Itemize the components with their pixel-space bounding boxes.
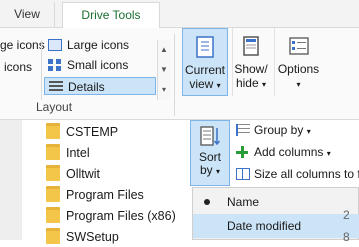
current-view-label: Current bbox=[184, 63, 225, 77]
folder-name: Program Files (x86) bbox=[66, 209, 176, 223]
group-by-icon bbox=[236, 124, 250, 136]
current-view-button[interactable]: Current view ▾ bbox=[182, 28, 228, 96]
menu-item-label: Date modified bbox=[227, 219, 302, 233]
chevron-down-icon: ▾ bbox=[326, 149, 331, 158]
options-dropdown: ▾ bbox=[275, 76, 322, 92]
column-value: 8 bbox=[343, 230, 350, 244]
folder-icon bbox=[46, 165, 60, 181]
folder-item[interactable]: Intel bbox=[46, 143, 90, 163]
ribbon-tab-strip: View Drive Tools bbox=[0, 0, 359, 29]
layout-item-label: Large icons bbox=[67, 38, 130, 52]
show-hide-icon bbox=[243, 36, 259, 56]
sort-by-button[interactable]: Sort by ▾ bbox=[190, 120, 230, 186]
show-hide-label: Show/ bbox=[234, 62, 268, 76]
layout-details[interactable]: Details bbox=[44, 77, 156, 95]
layout-extra-large-icons[interactable]: ge icons bbox=[0, 36, 45, 54]
layout-group-label: Layout bbox=[36, 100, 73, 114]
column-value: 2 bbox=[343, 208, 350, 222]
add-columns-icon bbox=[236, 146, 250, 158]
layout-item-label: Small icons bbox=[67, 58, 129, 72]
navigation-pane-gutter bbox=[0, 120, 22, 240]
show-hide-button[interactable]: Show/ hide ▾ bbox=[232, 28, 269, 96]
large-icons-icon bbox=[48, 39, 62, 51]
tab-view[interactable]: View bbox=[0, 2, 55, 28]
layout-item-label: ge icons bbox=[0, 38, 45, 52]
group-by-button[interactable]: Group by ▾ bbox=[236, 120, 311, 140]
folder-name: Program Files bbox=[66, 188, 144, 202]
folder-icon bbox=[46, 207, 60, 223]
folder-name: SWSetup bbox=[66, 230, 119, 244]
folder-icon bbox=[46, 228, 60, 244]
sort-by-icon bbox=[200, 126, 221, 146]
chevron-down-icon: ▾ bbox=[216, 81, 221, 90]
sort-by-label-2: by ▾ bbox=[199, 163, 221, 177]
selected-bullet-icon bbox=[204, 199, 210, 205]
chevron-down-icon: ▾ bbox=[296, 80, 301, 89]
group-divider bbox=[174, 34, 175, 116]
current-view-label-2: view ▾ bbox=[189, 77, 221, 91]
folder-item[interactable]: Program Files (x86) bbox=[46, 206, 176, 226]
sort-by-menu: Name Date modified bbox=[192, 187, 359, 240]
folder-name: CSTEMP bbox=[66, 125, 119, 139]
folder-icon bbox=[46, 144, 60, 160]
scroll-down-icon[interactable]: ▼ bbox=[158, 60, 170, 80]
gallery-more-icon[interactable]: ▾ bbox=[158, 80, 170, 100]
size-all-columns-label: Size all columns to fi bbox=[254, 167, 359, 181]
layout-gallery-scrollbar[interactable]: ▲ ▼ ▾ bbox=[157, 40, 170, 100]
layout-medium-icons[interactable]: icons bbox=[4, 58, 32, 76]
details-icon bbox=[49, 81, 63, 93]
add-columns-button[interactable]: Add columns ▾ bbox=[236, 142, 331, 162]
menu-item-date-modified[interactable]: Date modified bbox=[193, 214, 359, 238]
folder-item[interactable]: SWSetup bbox=[46, 227, 119, 247]
folder-item[interactable]: Program Files bbox=[46, 185, 144, 205]
layout-small-icons[interactable]: Small icons bbox=[48, 56, 128, 74]
group-by-label: Group by bbox=[254, 123, 304, 137]
chevron-down-icon: ▾ bbox=[216, 167, 221, 176]
folder-item[interactable]: Olltwit bbox=[46, 164, 100, 184]
layout-gallery: ge icons icons Large icons Small icons D… bbox=[0, 34, 171, 100]
small-icons-icon bbox=[48, 59, 62, 71]
chevron-down-icon: ▾ bbox=[306, 127, 311, 136]
show-hide-label-2: hide ▾ bbox=[235, 76, 267, 90]
layout-large-icons[interactable]: Large icons bbox=[48, 36, 129, 54]
add-columns-label: Add columns bbox=[254, 145, 324, 159]
folder-icon bbox=[46, 123, 60, 139]
ribbon: ge icons icons Large icons Small icons D… bbox=[0, 28, 359, 120]
folder-name: Intel bbox=[66, 146, 90, 160]
options-icon bbox=[288, 37, 309, 55]
layout-divider bbox=[41, 40, 42, 100]
folder-item[interactable]: CSTEMP bbox=[46, 122, 118, 142]
chevron-down-icon: ▾ bbox=[262, 80, 267, 89]
tab-drive-tools[interactable]: Drive Tools bbox=[62, 2, 160, 29]
size-columns-icon bbox=[236, 168, 250, 180]
scroll-up-icon[interactable]: ▲ bbox=[158, 40, 170, 60]
folder-icon bbox=[46, 186, 60, 202]
options-label: Options bbox=[277, 62, 320, 76]
layout-item-label: icons bbox=[4, 60, 33, 74]
folder-name: Olltwit bbox=[66, 167, 101, 181]
menu-item-name[interactable]: Name bbox=[193, 190, 359, 214]
options-button[interactable]: Options ▾ bbox=[274, 28, 322, 96]
layout-item-label: Details bbox=[68, 80, 105, 94]
menu-item-label: Name bbox=[227, 195, 260, 209]
size-all-columns-button[interactable]: Size all columns to fi bbox=[236, 164, 359, 184]
current-view-icon bbox=[196, 36, 214, 58]
